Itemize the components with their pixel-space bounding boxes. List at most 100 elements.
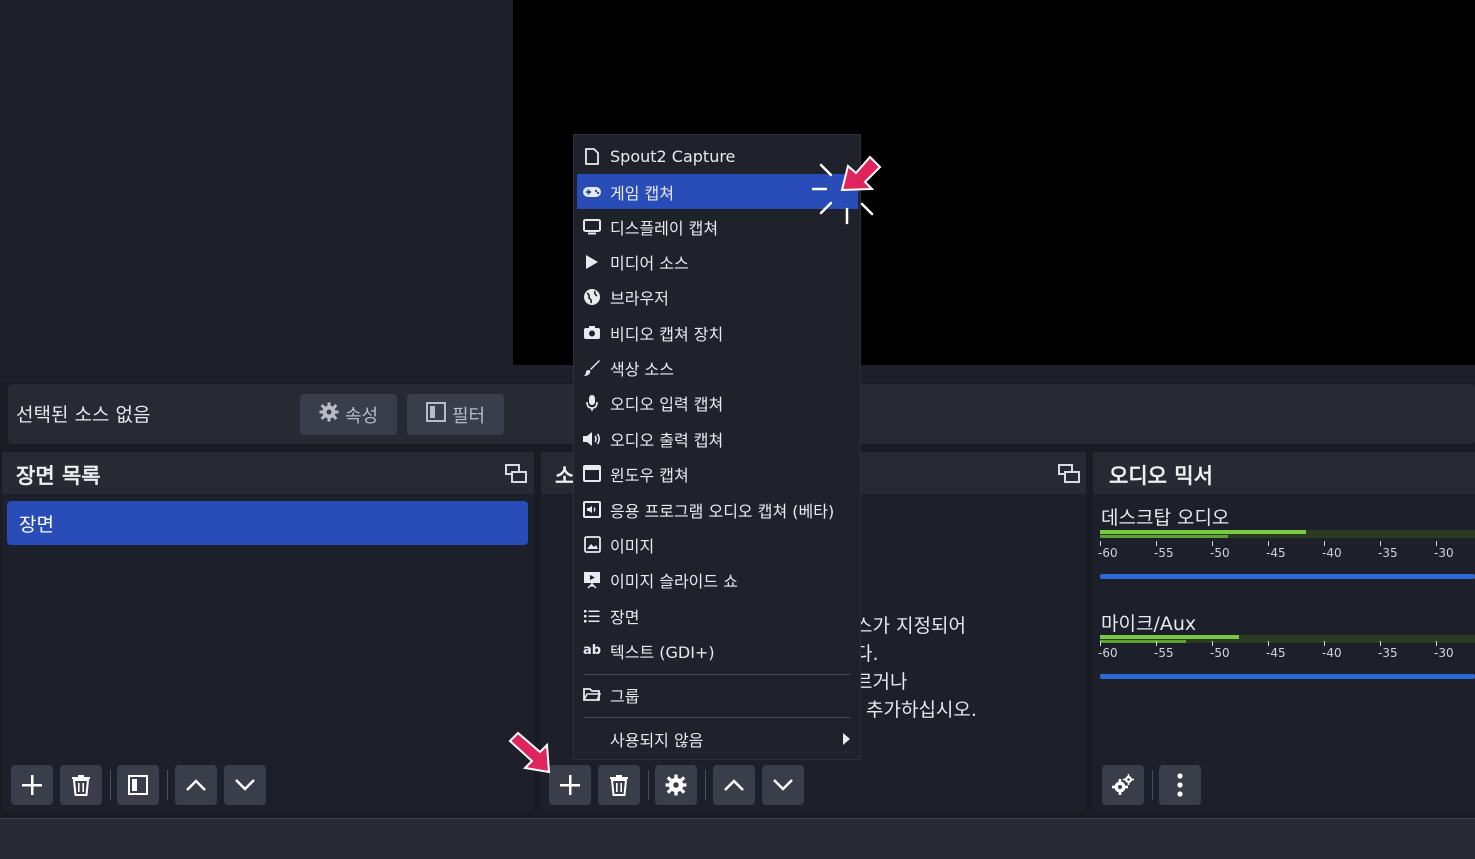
menu-item-label: 오디오 입력 캡쳐 [610, 394, 724, 414]
meter-tick-label: -50 [1210, 546, 1230, 560]
volume-meter [1100, 530, 1475, 538]
gears-icon [1112, 774, 1134, 795]
menu-item-window-capture[interactable]: 윈도우 캡쳐 [577, 456, 858, 491]
undock-icon[interactable] [505, 464, 527, 484]
remove-source-button[interactable] [598, 765, 640, 805]
slideshow-icon [579, 571, 605, 589]
move-scene-down-button[interactable] [224, 765, 266, 805]
mixer-channel-name: 마이크/Aux [1101, 613, 1197, 635]
menu-item-image-slideshow[interactable]: 이미지 슬라이드 쇼 [577, 562, 858, 597]
menu-item-color-source[interactable]: 색상 소스 [577, 350, 858, 385]
menu-item-image[interactable]: 이미지 [577, 527, 858, 562]
meter-tick-label: -40 [1322, 646, 1342, 660]
menu-item-audio-output-capture[interactable]: 오디오 출력 캡쳐 [577, 421, 858, 456]
meter-tick-label: -30 [1434, 646, 1454, 660]
meter-scale: -60 -55 -50 -45 -40 -35 -30 [1098, 541, 1475, 563]
scene-list-item[interactable]: 장면 [7, 501, 528, 545]
scenes-panel: 장면 목록 장면 [2, 452, 534, 812]
source-properties-button[interactable] [655, 765, 697, 805]
no-source-label: 선택된 소스 없음 [16, 404, 151, 426]
menu-item-label: 장면 [610, 607, 640, 627]
monitor-icon [579, 218, 605, 235]
gamepad-icon [579, 186, 605, 198]
camera-icon [579, 325, 605, 340]
add-scene-button[interactable] [11, 765, 53, 805]
meter-tick-label: -35 [1378, 546, 1398, 560]
menu-separator [584, 674, 850, 675]
mixer-panel-title: 오디오 믹서 [1109, 464, 1213, 488]
chevron-up-icon [186, 779, 206, 791]
status-bar [0, 818, 1475, 859]
chevron-down-icon [235, 779, 255, 791]
meter-tick-label: -55 [1154, 646, 1174, 660]
menu-item-label: 텍스트 (GDI+) [610, 642, 715, 662]
advanced-audio-button[interactable] [1102, 765, 1144, 805]
more-vertical-icon [1177, 773, 1183, 797]
globe-icon [579, 288, 605, 306]
sources-hint-line: 르거나 [855, 671, 908, 693]
audio-mixer-panel: 오디오 믹서 데스크탑 오디오 -60 -55 -50 -45 -40 -35 -30 마이… [1093, 452, 1475, 812]
menu-item-media-source[interactable]: 미디어 소스 [577, 244, 858, 279]
add-source-button[interactable] [549, 765, 591, 805]
window-icon [579, 465, 605, 482]
menu-item-browser[interactable]: 브라우저 [577, 279, 858, 314]
play-icon [579, 254, 605, 270]
undock-icon[interactable] [1058, 464, 1080, 484]
remove-scene-button[interactable] [60, 765, 102, 805]
trash-icon [72, 775, 90, 796]
plus-icon [22, 775, 42, 795]
microphone-icon [579, 394, 605, 412]
menu-item-label: 사용되지 않음 [610, 730, 704, 750]
scenes-panel-header: 장면 목록 [2, 452, 534, 494]
menu-item-label: 그룹 [610, 686, 640, 706]
menu-item-group[interactable]: 그룹 [577, 677, 858, 712]
chevron-up-icon [724, 779, 744, 791]
move-source-up-button[interactable] [713, 765, 755, 805]
sources-hint-line: 추가하십시오. [866, 699, 977, 721]
brush-icon [579, 359, 605, 377]
meter-tick-label: -60 [1098, 646, 1118, 660]
meter-tick-label: -40 [1322, 546, 1342, 560]
meter-scale: -60 -55 -50 -45 -40 -35 -30 [1098, 641, 1475, 663]
scenes-panel-title: 장면 목록 [16, 464, 101, 488]
meter-tick-label: -55 [1154, 546, 1174, 560]
menu-item-application-audio-capture[interactable]: 응용 프로그램 오디오 캡쳐 (베타) [577, 492, 858, 527]
move-scene-up-button[interactable] [175, 765, 217, 805]
meter-tick-label: -50 [1210, 646, 1230, 660]
menu-item-label: 윈도우 캡쳐 [610, 465, 689, 485]
menu-item-scene[interactable]: 장면 [577, 598, 858, 633]
folder-icon [579, 687, 605, 702]
menu-item-text-gdi[interactable]: ab 텍스트 (GDI+) [577, 633, 858, 668]
meter-tick-label: -30 [1434, 546, 1454, 560]
plus-icon [560, 775, 580, 795]
callout-arrow-icon [508, 731, 551, 774]
menu-item-label: 응용 프로그램 오디오 캡쳐 (베타) [610, 501, 835, 521]
speaker-icon [579, 431, 605, 447]
properties-button[interactable]: 속성 [300, 394, 397, 435]
meter-tick-label: -35 [1378, 646, 1398, 660]
menu-item-audio-input-capture[interactable]: 오디오 입력 캡쳐 [577, 385, 858, 420]
menu-item-video-capture-device[interactable]: 비디오 캡쳐 장치 [577, 315, 858, 350]
filters-label: 필터 [451, 405, 486, 427]
meter-tick-label: -45 [1266, 646, 1286, 660]
menu-item-label: 비디오 캡쳐 장치 [610, 324, 724, 344]
file-icon [579, 148, 605, 165]
filters-button[interactable]: 필터 [407, 394, 504, 435]
menu-item-label: 색상 소스 [610, 359, 674, 379]
gear-icon [319, 402, 339, 427]
submenu-arrow-icon [843, 732, 850, 745]
volume-slider[interactable] [1100, 674, 1475, 679]
mixer-channel-name: 데스크탑 오디오 [1101, 507, 1230, 529]
text-icon: ab [582, 643, 602, 658]
menu-item-deprecated[interactable]: 사용되지 않음 [577, 721, 858, 756]
menu-item-label: 디스플레이 캡쳐 [610, 218, 719, 238]
move-source-down-button[interactable] [762, 765, 804, 805]
scene-filters-button[interactable] [117, 765, 159, 805]
chevron-down-icon [773, 779, 793, 791]
menu-item-label: 오디오 출력 캡쳐 [610, 430, 724, 450]
list-icon [579, 609, 605, 623]
menu-item-label: 브라우저 [610, 288, 669, 308]
mixer-menu-button[interactable] [1159, 765, 1201, 805]
sources-hint-line: 스가 지정되어 [855, 615, 966, 637]
volume-slider[interactable] [1100, 574, 1475, 579]
